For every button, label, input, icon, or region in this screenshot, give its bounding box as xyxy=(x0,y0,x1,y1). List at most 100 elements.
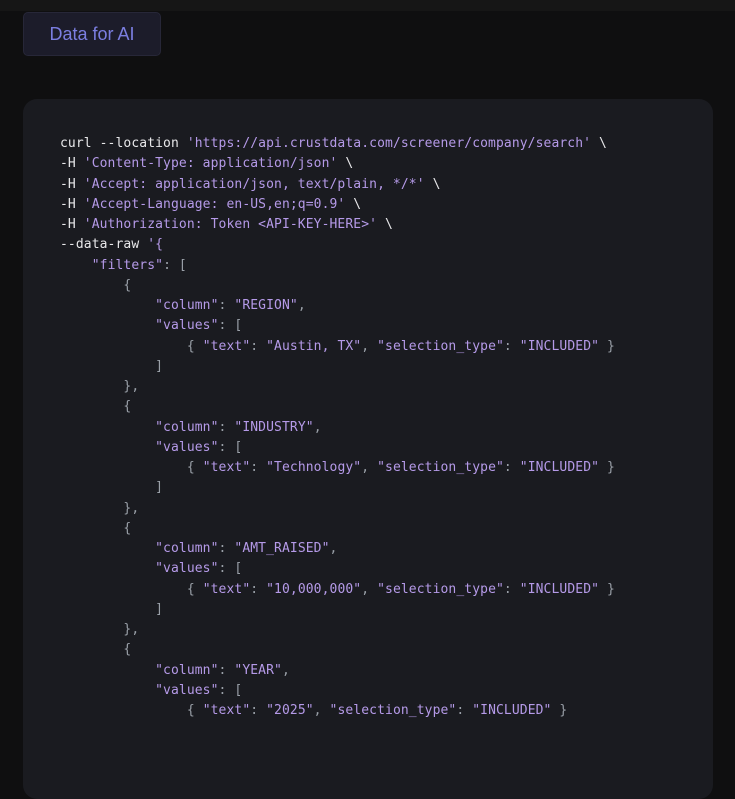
code-line: { xyxy=(60,397,615,417)
code-punctuation-token: }, xyxy=(123,622,140,637)
code-punctuation-token: : xyxy=(250,338,267,354)
code-token: -H xyxy=(60,176,84,192)
code-punctuation-token: : [ xyxy=(218,561,243,577)
code-string-token: "values" xyxy=(155,561,219,577)
top-bar xyxy=(0,0,735,11)
code-token: \ xyxy=(591,136,607,151)
code-string-token: "INCLUDED" xyxy=(519,460,600,475)
code-string-token: "INCLUDED" xyxy=(519,581,600,597)
code-punctuation-token: : xyxy=(218,541,235,556)
code-line: }, xyxy=(60,499,615,519)
code-line: { "text": "2025", "selection_type": "INC… xyxy=(60,701,615,721)
code-string-token: 'Content-Type: application/json' xyxy=(83,156,338,172)
code-punctuation-token: : xyxy=(456,703,473,718)
code-token: \ xyxy=(337,156,354,172)
code-string-token: "text" xyxy=(202,581,251,597)
code-string-token: "column" xyxy=(155,298,219,313)
code-string-token: 'https://api.crustdata.com/screener/comp… xyxy=(186,136,592,151)
code-string-token: "column" xyxy=(155,662,219,678)
code-string-token: "values" xyxy=(155,682,219,698)
code-punctuation-token: : xyxy=(250,581,267,597)
code-string-token: "YEAR" xyxy=(234,662,282,678)
code-line: "column": "INDUSTRY", xyxy=(60,418,615,438)
code-line: }, xyxy=(60,377,615,397)
code-punctuation-token: : xyxy=(250,703,267,718)
data-for-ai-button[interactable]: Data for AI xyxy=(23,12,161,56)
code-string-token: 'Authorization: Token <API-KEY-HERE>' xyxy=(83,217,378,232)
code-line: -H 'Authorization: Token <API-KEY-HERE>'… xyxy=(60,215,615,235)
code-punctuation-token: : xyxy=(218,419,235,435)
code-punctuation-token: { xyxy=(186,703,203,718)
code-string-token: "Technology" xyxy=(266,460,362,475)
code-punctuation-token: , xyxy=(361,460,378,475)
code-punctuation-token: : xyxy=(218,662,235,678)
code-line: --data-raw '{ xyxy=(60,235,615,255)
code-punctuation-token: }, xyxy=(123,379,140,394)
code-string-token: "REGION" xyxy=(234,298,298,313)
code-line: -H 'Content-Type: application/json' \ xyxy=(60,154,615,174)
code-line: "values": [ xyxy=(60,316,615,336)
code-punctuation-token: } xyxy=(551,703,568,718)
code-line: { xyxy=(60,519,615,539)
code-punctuation-token: }, xyxy=(123,500,140,516)
code-line: { "text": "Technology", "selection_type"… xyxy=(60,458,615,478)
code-punctuation-token: : xyxy=(503,338,520,354)
code-punctuation-token: : xyxy=(503,581,520,597)
code-string-token: "INCLUDED" xyxy=(472,703,552,718)
code-punctuation-token: ] xyxy=(155,601,164,617)
code-punctuation-token: : [ xyxy=(218,318,243,334)
code-line: { xyxy=(60,276,615,296)
code-string-token: 'Accept: application/json, text/plain, *… xyxy=(83,176,425,192)
code-punctuation-token: , xyxy=(281,662,290,678)
code-string-token: '{ xyxy=(147,237,164,253)
code-string-token: "2025" xyxy=(266,703,314,718)
code-punctuation-token: : [ xyxy=(218,439,243,455)
code-string-token: "text" xyxy=(202,460,251,475)
code-punctuation-token: , xyxy=(329,541,338,556)
code-line: "values": [ xyxy=(60,438,615,458)
code-line: "filters": [ xyxy=(60,256,615,276)
code-block: curl --location 'https://api.crustdata.c… xyxy=(23,99,713,799)
code-punctuation-token: { xyxy=(123,520,132,536)
code-punctuation-token: : [ xyxy=(218,682,243,698)
code-token: \ xyxy=(345,196,362,212)
code-string-token: "INDUSTRY" xyxy=(234,419,314,435)
code-string-token: "column" xyxy=(155,541,219,556)
code-line: "column": "REGION", xyxy=(60,296,615,316)
code-token: \ xyxy=(424,176,441,192)
code-string-token: 'Accept-Language: en-US,en;q=0.9' xyxy=(83,196,346,212)
code-punctuation-token: } xyxy=(599,460,615,475)
code-token: -H xyxy=(60,217,84,232)
code-string-token: "Austin, TX" xyxy=(266,338,362,354)
code-punctuation-token: ] xyxy=(155,480,164,496)
code-punctuation-token: , xyxy=(313,419,322,435)
code-token: -H xyxy=(60,196,84,212)
code-line: ] xyxy=(60,600,615,620)
code-punctuation-token: : xyxy=(250,460,267,475)
code-punctuation-token: } xyxy=(599,581,615,597)
code-punctuation-token: : xyxy=(503,460,520,475)
code-punctuation-token: ] xyxy=(155,358,164,374)
code-string-token: "column" xyxy=(155,419,219,435)
code-punctuation-token: { xyxy=(186,460,203,475)
code-punctuation-token: { xyxy=(123,399,132,415)
code-line: ] xyxy=(60,478,615,498)
code-string-token: "selection_type" xyxy=(329,703,457,718)
code-token: curl --location xyxy=(60,136,187,151)
